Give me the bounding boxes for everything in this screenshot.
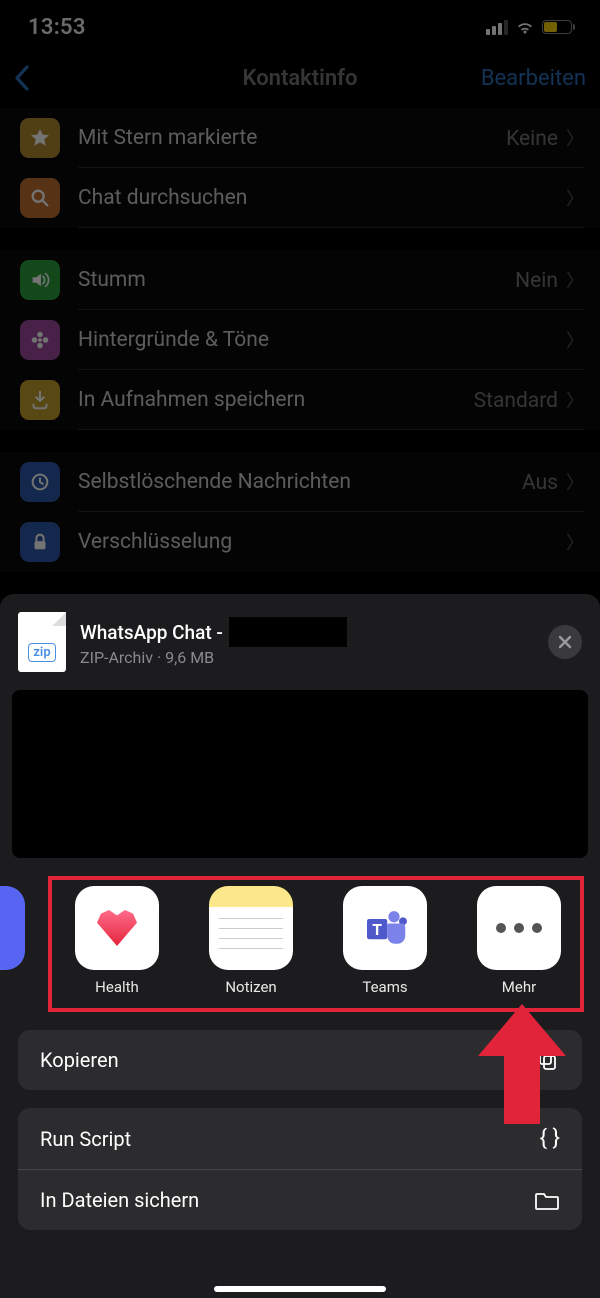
- star-icon: [20, 118, 60, 158]
- app-discord[interactable]: rd: [0, 886, 36, 996]
- row-value: Aus: [522, 471, 558, 495]
- app-more[interactable]: Mehr: [466, 886, 572, 996]
- status-bar: 13:53: [0, 0, 600, 48]
- download-icon: [20, 380, 60, 420]
- chevron-right-icon: 〉: [566, 529, 584, 555]
- chevron-left-icon: [14, 65, 30, 91]
- settings-list: Mit Stern markierte Keine 〉 Chat durchsuch…: [0, 108, 600, 572]
- app-teams[interactable]: T Teams: [332, 886, 438, 996]
- folder-icon: [534, 1189, 560, 1211]
- share-file-name: WhatsApp Chat -: [80, 621, 223, 644]
- row-search-chat[interactable]: Chat durchsuchen 〉: [0, 168, 600, 228]
- row-label: In Aufnahmen speichern: [78, 388, 305, 412]
- flower-icon: [20, 320, 60, 360]
- redacted-contact-name: [36, 60, 84, 96]
- row-encryption[interactable]: Verschlüsselung 〉: [0, 512, 600, 572]
- row-label: Verschlüsselung: [78, 530, 232, 554]
- share-sheet: zip WhatsApp Chat - ZIP-Archiv · 9,6 MB …: [0, 594, 600, 1298]
- edit-button[interactable]: Bearbeiten: [481, 66, 586, 91]
- zip-badge: zip: [28, 643, 55, 662]
- clock-time: 13:53: [28, 15, 86, 40]
- health-icon: [75, 886, 159, 970]
- row-disappearing-messages[interactable]: Selbstlöschende Nachrichten Aus 〉: [0, 452, 600, 512]
- chevron-right-icon: 〉: [566, 271, 584, 292]
- row-label: Stumm: [78, 268, 146, 292]
- row-label: Selbstlöschende Nachrichten: [78, 470, 351, 494]
- svg-text:T: T: [372, 920, 382, 939]
- app-label: Health: [95, 978, 139, 996]
- zip-file-icon: zip: [18, 612, 66, 672]
- row-value: Nein: [515, 269, 558, 293]
- app-label: Notizen: [225, 978, 276, 996]
- page-title: Kontaktinfo: [243, 66, 358, 91]
- share-apps-row[interactable]: rd Health Notizen T Teams Mehr: [0, 886, 600, 1008]
- close-button[interactable]: [548, 625, 582, 659]
- chevron-right-icon: 〉: [566, 327, 584, 353]
- row-starred-messages[interactable]: Mit Stern markierte Keine 〉: [0, 108, 600, 168]
- redacted-name: [229, 617, 347, 647]
- action-label: In Dateien sichern: [40, 1188, 199, 1212]
- row-save-to-camera[interactable]: In Aufnahmen speichern Standard 〉: [0, 370, 600, 430]
- chevron-right-icon: 〉: [566, 185, 584, 211]
- action-label: Kopieren: [40, 1048, 119, 1072]
- annotation-arrow-icon: [478, 1004, 566, 1124]
- chevron-right-icon: 〉: [566, 391, 584, 412]
- row-label: Mit Stern markierte: [78, 126, 257, 150]
- share-sheet-header: zip WhatsApp Chat - ZIP-Archiv · 9,6 MB: [0, 594, 600, 682]
- file-preview-area: [12, 690, 588, 858]
- chevron-right-icon: 〉: [566, 129, 584, 150]
- notes-icon: [209, 886, 293, 970]
- chevron-right-icon: 〉: [566, 473, 584, 494]
- close-icon: [558, 635, 572, 649]
- app-notes[interactable]: Notizen: [198, 886, 304, 996]
- app-label: Mehr: [502, 978, 536, 996]
- back-button[interactable]: [14, 60, 84, 96]
- row-value: Standard: [474, 389, 558, 413]
- app-label: Teams: [362, 978, 407, 996]
- row-mute[interactable]: Stumm Nein 〉: [0, 250, 600, 310]
- action-label: Run Script: [40, 1127, 131, 1151]
- action-save-to-files[interactable]: In Dateien sichern: [18, 1169, 582, 1230]
- row-label: Chat durchsuchen: [78, 186, 247, 210]
- more-icon: [477, 886, 561, 970]
- app-health[interactable]: Health: [64, 886, 170, 996]
- row-label: Hintergründe & Töne: [78, 328, 269, 352]
- discord-icon: [0, 886, 25, 970]
- timer-icon: [20, 462, 60, 502]
- search-icon: [20, 178, 60, 218]
- braces-icon: { }: [540, 1126, 560, 1151]
- lock-icon: [20, 522, 60, 562]
- share-file-meta: ZIP-Archiv · 9,6 MB: [80, 648, 534, 667]
- wifi-icon: [515, 20, 535, 35]
- teams-icon: T: [343, 886, 427, 970]
- speaker-icon: [20, 260, 60, 300]
- cellular-signal-icon: [486, 20, 508, 35]
- battery-icon: [542, 20, 572, 34]
- row-wallpaper[interactable]: Hintergründe & Töne 〉: [0, 310, 600, 370]
- row-value: Keine: [506, 127, 558, 151]
- home-indicator[interactable]: [214, 1286, 386, 1292]
- navigation-bar: Kontaktinfo Bearbeiten: [0, 48, 600, 108]
- status-indicators: [486, 20, 572, 35]
